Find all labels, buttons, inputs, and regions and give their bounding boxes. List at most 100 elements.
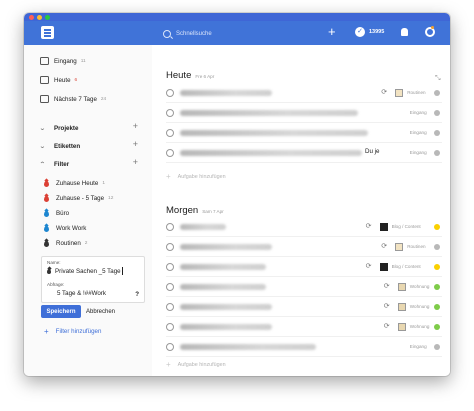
project-thumbnail-icon: [379, 263, 388, 271]
task-checkbox[interactable]: [166, 283, 174, 291]
filter-query-value: 5 Tage & !##Work: [57, 290, 106, 297]
add-project-button[interactable]: +: [133, 121, 138, 131]
section-label: Projekte: [54, 124, 79, 132]
task-row[interactable]: Eingang: [166, 123, 442, 143]
sidebar-item-label: Eingang: [54, 57, 77, 65]
task-row[interactable]: Du je Eingang: [166, 143, 442, 163]
collapse-arrows-icon[interactable]: ⤡: [435, 75, 441, 83]
inbox-icon: [40, 57, 49, 65]
project-thumbnail-icon: [397, 283, 406, 291]
recurring-icon: ⟳: [365, 223, 372, 230]
task-checkbox[interactable]: [166, 223, 174, 231]
task-checkbox[interactable]: [166, 263, 174, 271]
add-filter-label: Filter hinzufügen: [55, 328, 102, 335]
day-date: Sam 7 Apr: [202, 209, 224, 214]
notifications-bell-icon[interactable]: [401, 28, 408, 36]
filter-drop-icon: [44, 195, 49, 202]
task-project-label[interactable]: Eingang: [410, 130, 427, 135]
task-row[interactable]: ⟳ Blog / Content: [166, 257, 442, 277]
search-input[interactable]: Schnellsuche: [176, 31, 212, 37]
task-checkbox[interactable]: [166, 89, 174, 97]
project-color-dot: [434, 110, 440, 116]
task-project-label[interactable]: Wohnung: [410, 284, 430, 289]
chevron-right-icon: ⌄: [39, 125, 46, 132]
sidebar-item-today[interactable]: Heute 6: [40, 74, 77, 86]
task-row[interactable]: ⟳ Routinen: [166, 83, 442, 103]
close-window-button[interactable]: [29, 15, 34, 20]
filter-query-field[interactable]: 5 Tage & !##Work: [57, 290, 106, 297]
task-project-label[interactable]: Eingang: [410, 150, 427, 155]
filter-drop-icon: [44, 180, 49, 187]
filter-label: Zuhause Heute: [56, 180, 99, 187]
task-checkbox[interactable]: [166, 243, 174, 251]
task-checkbox[interactable]: [166, 343, 174, 351]
recurring-icon: ⟳: [383, 283, 390, 290]
calendar-week-icon: [40, 95, 49, 103]
task-row[interactable]: Eingang: [166, 337, 442, 357]
add-task-button[interactable]: + Aufgabe hinzufügen: [166, 360, 226, 369]
recurring-icon: ⟳: [381, 243, 388, 250]
filter-drop-icon: [44, 210, 49, 217]
save-button[interactable]: Speichern: [41, 305, 81, 318]
filter-name-label: Name:: [47, 260, 61, 265]
filter-color-drop-icon[interactable]: [47, 268, 51, 274]
add-filter-button[interactable]: + Filter hinzufügen: [44, 326, 101, 337]
filter-name-value: Private Sachen _5 Tage: [55, 267, 121, 275]
project-thumbnail-icon: [395, 89, 404, 97]
task-row[interactable]: ⟳ Blog / Content: [166, 217, 442, 237]
task-project-label[interactable]: Blog / Content: [392, 224, 421, 229]
minimize-window-button[interactable]: [37, 15, 42, 20]
sidebar-filter-item[interactable]: Büro: [44, 208, 69, 219]
sidebar-filter-item[interactable]: Zuhause - 5 Tage 12: [44, 193, 113, 204]
sidebar-filter-item[interactable]: Routinen 2: [44, 238, 87, 249]
task-project-label[interactable]: Wohnung: [410, 304, 430, 309]
task-project-label[interactable]: Blog / Content: [392, 264, 421, 269]
query-help-button[interactable]: ?: [135, 291, 139, 298]
search-icon: [163, 29, 171, 38]
zoom-window-button[interactable]: [45, 15, 50, 20]
section-filters[interactable]: ⌃ Filter +: [39, 157, 144, 170]
task-checkbox[interactable]: [166, 303, 174, 311]
plus-icon: +: [166, 172, 171, 181]
task-row[interactable]: ⟳ Wohnung: [166, 297, 442, 317]
task-project-label[interactable]: Routinen: [407, 244, 425, 249]
todoist-logo-icon[interactable]: [41, 26, 54, 39]
task-checkbox[interactable]: [166, 129, 174, 137]
sidebar-item-inbox[interactable]: Eingang 11: [40, 55, 86, 67]
filter-name-field[interactable]: Private Sachen _5 Tage: [47, 267, 123, 275]
add-label-button[interactable]: +: [133, 139, 138, 149]
sidebar-item-next-7-days[interactable]: Nächste 7 Tage 24: [40, 93, 106, 105]
task-content-blurred: [180, 224, 226, 230]
task-checkbox[interactable]: [166, 109, 174, 117]
project-color-dot: [434, 344, 440, 350]
add-task-quick-button[interactable]: +: [328, 25, 336, 38]
chevron-right-icon: ⌄: [39, 143, 46, 150]
sidebar-filter-item[interactable]: Work Work: [44, 223, 86, 234]
task-project-label[interactable]: Eingang: [410, 110, 427, 115]
task-row[interactable]: ⟳ Wohnung: [166, 277, 442, 297]
task-row[interactable]: ⟳ Wohnung: [166, 317, 442, 337]
task-project-label[interactable]: Wohnung: [410, 324, 430, 329]
karma-button[interactable]: ✓ 13995: [355, 27, 384, 37]
section-labels[interactable]: ⌄ Etiketten +: [39, 139, 144, 152]
add-task-label: Aufgabe hinzufügen: [177, 173, 226, 180]
task-project-label[interactable]: Routinen: [407, 90, 425, 95]
task-content-blurred: [180, 264, 266, 270]
settings-gear-icon[interactable]: [425, 26, 435, 37]
task-checkbox[interactable]: [166, 149, 174, 157]
cancel-button[interactable]: Abbrechen: [86, 305, 115, 318]
add-task-button[interactable]: + Aufgabe hinzufügen: [166, 172, 226, 181]
section-projects[interactable]: ⌄ Projekte +: [39, 121, 144, 134]
quick-search[interactable]: Schnellsuche: [163, 27, 283, 40]
sidebar-filter-item[interactable]: Zuhause Heute 1: [44, 178, 105, 189]
task-content-blurred: [180, 244, 272, 250]
task-row[interactable]: Eingang: [166, 103, 442, 123]
tomorrow-header: Morgen Sam 7 Apr: [166, 205, 224, 216]
task-row[interactable]: ⟳ Routinen: [166, 237, 442, 257]
task-project-label[interactable]: Eingang: [410, 344, 427, 349]
add-filter-plus-button[interactable]: +: [133, 157, 138, 167]
task-checkbox[interactable]: [166, 323, 174, 331]
day-date: Fre 6 Apr: [195, 74, 215, 79]
task-content-blurred: [180, 304, 272, 310]
project-color-dot: [434, 324, 440, 330]
